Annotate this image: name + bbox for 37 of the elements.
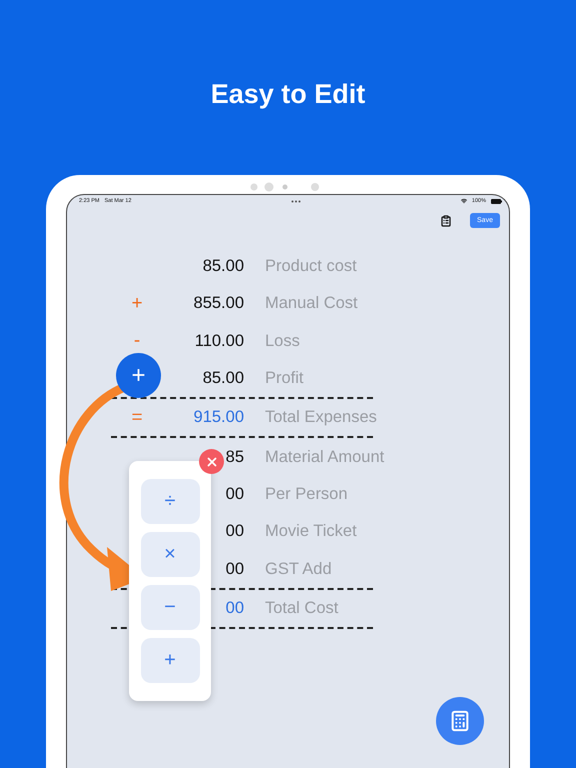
battery-icon xyxy=(491,198,502,204)
amount-value: 00 xyxy=(226,484,244,504)
operator-button[interactable]: − xyxy=(140,585,200,630)
clipboard-icon[interactable] xyxy=(440,214,452,226)
close-button[interactable] xyxy=(199,449,224,474)
add-button[interactable]: + xyxy=(116,353,161,398)
item-label: Product cost xyxy=(265,257,358,276)
total-label: Total Cost xyxy=(265,598,340,618)
total-value: 915.00 xyxy=(194,408,244,428)
amount-value: 00 xyxy=(226,522,244,542)
headline: Easy to Edit xyxy=(210,78,366,110)
operator-sign: = xyxy=(131,406,143,429)
item-label: Per Person xyxy=(265,484,349,504)
operator-sign: + xyxy=(131,292,143,315)
item-label: GST Add xyxy=(265,560,333,579)
amount-value: 110.00 xyxy=(194,332,244,351)
item-label: Movie Ticket xyxy=(265,522,358,542)
operator-button[interactable]: ÷ xyxy=(140,479,200,524)
amount-value: 85.00 xyxy=(202,369,244,388)
amount-value: 00 xyxy=(226,560,244,579)
calculator-button[interactable] xyxy=(436,697,484,745)
amount-value: 85 xyxy=(226,448,244,467)
item-label: Loss xyxy=(265,332,301,351)
item-label: Material Amount xyxy=(265,448,386,467)
multitask-dots-icon xyxy=(291,200,302,202)
operator-button[interactable]: × xyxy=(140,532,200,577)
total-value: 00 xyxy=(226,598,244,618)
amount-value: 85.00 xyxy=(202,257,244,276)
item-label: Manual Cost xyxy=(265,294,359,314)
calculator-icon xyxy=(449,710,471,732)
operator-sign: - xyxy=(134,330,140,352)
total-label: Total Expenses xyxy=(265,408,378,428)
item-label: Profit xyxy=(265,369,305,388)
operator-button[interactable]: + xyxy=(140,638,200,683)
close-icon xyxy=(204,454,218,468)
amount-value: 855.00 xyxy=(194,294,244,314)
wifi-icon xyxy=(460,198,467,204)
